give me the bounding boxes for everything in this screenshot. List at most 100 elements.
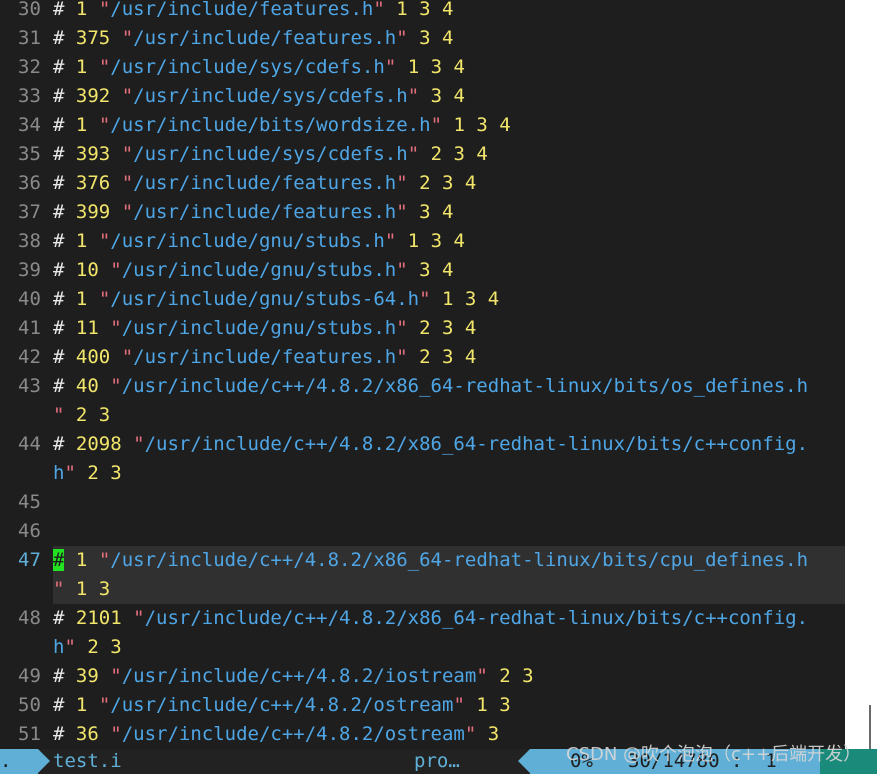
code-line[interactable]: 50 # 1 "/usr/include/c++/4.8.2/ostream" 1… (0, 691, 845, 720)
quote-mark: " (464, 723, 477, 745)
line-marker: # (53, 230, 65, 252)
quote-mark: " (110, 375, 122, 397)
line-text: # 1 "/usr/include/gnu/stubs.h" 1 3 4 (53, 227, 845, 256)
code-line[interactable]: 31 # 375 "/usr/include/features.h" 3 4 (0, 24, 845, 53)
line-directive-number: 1 (75, 56, 88, 78)
quote-mark: " (98, 549, 111, 571)
line-marker: # (53, 56, 65, 78)
code-line[interactable]: 45 (0, 488, 845, 517)
quote-mark: " (64, 636, 76, 658)
line-flags: 1 3 (75, 578, 111, 600)
quote-mark: " (396, 172, 408, 194)
line-marker: # (53, 85, 65, 107)
line-text (53, 517, 845, 546)
include-path: h (53, 462, 65, 484)
line-marker: # (53, 665, 65, 687)
code-line[interactable]: 32 # 1 "/usr/include/sys/cdefs.h" 1 3 4 (0, 53, 845, 82)
line-number: 31 (18, 27, 41, 49)
include-path: /usr/include/features.h (110, 0, 374, 20)
include-path: /usr/include/bits/wordsize.h (110, 114, 431, 136)
line-flags: 3 4 (419, 201, 454, 223)
line-number: 33 (18, 85, 41, 107)
code-line[interactable]: 46 (0, 517, 845, 546)
code-line[interactable]: h" 2 3 (0, 633, 845, 662)
quote-mark: " (384, 56, 397, 78)
line-directive-number: 40 (75, 375, 99, 397)
line-number (0, 633, 53, 662)
line-number: 39 (18, 259, 41, 281)
code-line[interactable]: " 1 3 (0, 575, 845, 604)
quote-mark: " (98, 230, 111, 252)
code-line[interactable]: 48 # 2101 "/usr/include/c++/4.8.2/x86_64-… (0, 604, 845, 633)
file-type: pro… (414, 750, 460, 772)
code-line[interactable]: h" 2 3 (0, 459, 845, 488)
quote-mark: " (133, 433, 145, 455)
line-marker: # (53, 346, 65, 368)
line-number: 44 (18, 433, 41, 455)
code-line[interactable]: 38 # 1 "/usr/include/gnu/stubs.h" 1 3 4 (0, 227, 845, 256)
include-path: /usr/include/c++/4.8.2/x86_64-redhat-lin… (121, 375, 809, 397)
include-path: /usr/include/c++/4.8.2/x86_64-redhat-lin… (144, 433, 809, 455)
include-path: /usr/include/sys/cdefs.h (133, 85, 408, 107)
editor-buffer[interactable]: 30 # 1 "/usr/include/features.h" 1 3 4 31 #… (0, 0, 845, 749)
line-flags: 2 3 (75, 404, 111, 426)
quote-mark: " (110, 665, 122, 687)
line-marker: # (53, 143, 65, 165)
code-line[interactable]: 41 # 11 "/usr/include/gnu/stubs.h" 2 3 4 (0, 314, 845, 343)
line-number: 49 (18, 665, 41, 687)
code-line[interactable]: 44 # 2098 "/usr/include/c++/4.8.2/x86_64-… (0, 430, 845, 459)
code-line[interactable]: 43 # 40 "/usr/include/c++/4.8.2/x86_64-re… (0, 372, 845, 401)
line-marker: # (53, 27, 65, 49)
line-marker: # (53, 259, 65, 281)
quote-mark: " (98, 0, 111, 20)
line-number (0, 459, 53, 488)
code-line[interactable]: 40 # 1 "/usr/include/gnu/stubs-64.h" 1 3 … (0, 285, 845, 314)
include-path: /usr/include/gnu/stubs.h (110, 230, 385, 252)
line-flags: 2 3 4 (419, 317, 477, 339)
line-flags: 1 3 4 (453, 114, 511, 136)
line-marker: # (53, 317, 65, 339)
code-line[interactable]: 30 # 1 "/usr/include/features.h" 1 3 4 (0, 0, 845, 24)
code-line[interactable]: 35 # 393 "/usr/include/sys/cdefs.h" 2 3 4 (0, 140, 845, 169)
quote-mark: " (98, 694, 111, 716)
quote-mark: " (407, 85, 420, 107)
code-line[interactable]: 34 # 1 "/usr/include/bits/wordsize.h" 1 3… (0, 111, 845, 140)
line-number: 43 (18, 375, 41, 397)
scrollbar-thumb[interactable] (869, 705, 871, 749)
line-directive-number: 375 (75, 27, 111, 49)
quote-mark: " (64, 462, 76, 484)
include-path: /usr/include/gnu/stubs.h (121, 259, 397, 281)
include-path: /usr/include/c++/4.8.2/ostream (110, 694, 454, 716)
line-text: # 11 "/usr/include/gnu/stubs.h" 2 3 4 (53, 314, 845, 343)
line-flags: 2 3 4 (430, 143, 488, 165)
watermark: CSDN @吹个泡泡（c++后端开发） (566, 744, 862, 765)
include-path: /usr/include/c++/4.8.2/ostream (121, 723, 465, 745)
include-path: /usr/include/gnu/stubs-64.h (110, 288, 420, 310)
line-number: 32 (18, 56, 41, 78)
code-line[interactable]: 49 # 39 "/usr/include/c++/4.8.2/iostream"… (0, 662, 845, 691)
code-line[interactable]: 39 # 10 "/usr/include/gnu/stubs.h" 3 4 (0, 256, 845, 285)
line-directive-number: 392 (75, 85, 111, 107)
line-directive-number: 1 (75, 694, 88, 716)
code-line[interactable]: 36 # 376 "/usr/include/features.h" 2 3 4 (0, 169, 845, 198)
line-flags: 2 3 (499, 665, 534, 687)
line-marker: # (53, 694, 65, 716)
line-flags: 2 3 (87, 462, 122, 484)
line-directive-number: 1 (75, 114, 88, 136)
scrollbar-track[interactable] (845, 0, 877, 749)
code-line[interactable]: 33 # 392 "/usr/include/sys/cdefs.h" 3 4 (0, 82, 845, 111)
line-flags: 1 3 4 (442, 288, 500, 310)
code-line[interactable]: 47 # 1 "/usr/include/c++/4.8.2/x86_64-red… (0, 546, 845, 575)
line-flags: 2 3 4 (419, 172, 477, 194)
include-path: /usr/include/c++/4.8.2/x86_64-redhat-lin… (110, 549, 809, 571)
line-flags: 3 4 (419, 27, 454, 49)
line-directive-number: 399 (75, 201, 111, 223)
line-flags: 1 3 4 (407, 230, 465, 252)
include-path: /usr/include/sys/cdefs.h (133, 143, 408, 165)
quote-mark: " (110, 259, 122, 281)
code-line[interactable]: 42 # 400 "/usr/include/features.h" 2 3 4 (0, 343, 845, 372)
line-marker: # (53, 172, 65, 194)
code-line[interactable]: 37 # 399 "/usr/include/features.h" 3 4 (0, 198, 845, 227)
code-line[interactable]: " 2 3 (0, 401, 845, 430)
quote-mark: " (121, 346, 134, 368)
